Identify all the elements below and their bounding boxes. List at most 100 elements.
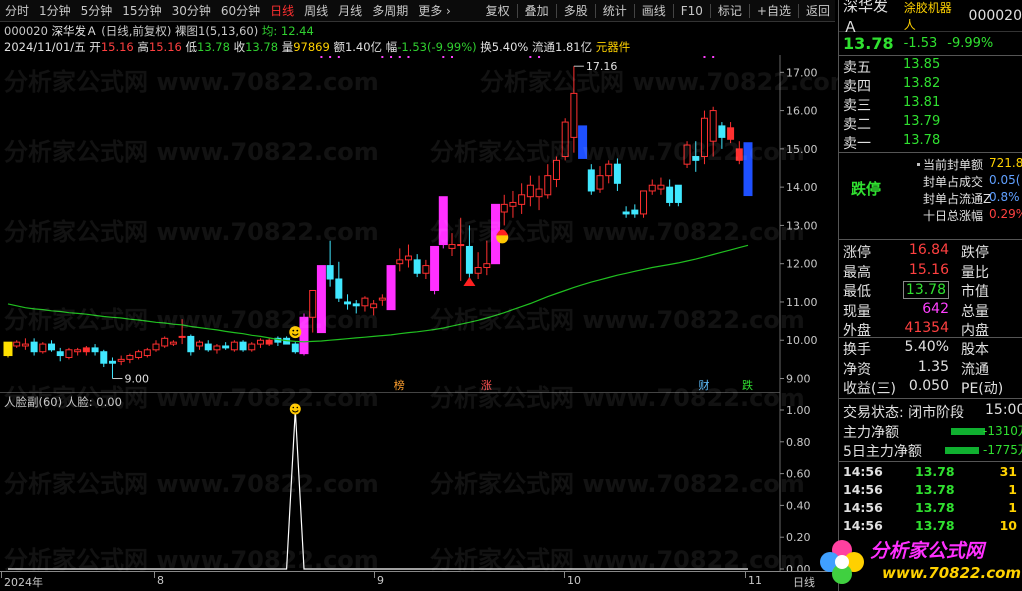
concept-tag[interactable]: 涂胶机器人 xyxy=(904,0,963,33)
toolbar-action-7[interactable]: +自选 xyxy=(752,0,796,22)
candle-body[interactable] xyxy=(117,358,125,362)
candle-body[interactable] xyxy=(352,303,360,307)
candle-body[interactable] xyxy=(631,209,639,215)
candle-body[interactable] xyxy=(344,301,352,305)
candle-body[interactable] xyxy=(309,289,317,318)
candle-body[interactable] xyxy=(13,341,21,347)
toolbar-action-3[interactable]: 统计 xyxy=(598,0,632,22)
candle-body[interactable] xyxy=(196,341,204,347)
candle-body[interactable] xyxy=(718,125,726,138)
candle-body[interactable] xyxy=(56,351,64,357)
candle-body[interactable] xyxy=(743,142,753,197)
candle-body[interactable] xyxy=(648,184,656,192)
candle-body[interactable] xyxy=(526,184,534,198)
candle-body[interactable] xyxy=(65,349,73,358)
candle-body[interactable] xyxy=(378,297,386,301)
toolbar-action-1[interactable]: 叠加 xyxy=(520,0,554,22)
candle-body[interactable] xyxy=(422,265,430,274)
candle-body[interactable] xyxy=(21,343,29,347)
tab-period-6[interactable]: 日线 xyxy=(265,0,299,22)
candle-body[interactable] xyxy=(326,265,334,280)
candle-body[interactable] xyxy=(640,190,648,215)
candle-body[interactable] xyxy=(727,127,735,140)
toolbar-action-8[interactable]: 返回 xyxy=(801,0,835,22)
candle-body[interactable] xyxy=(605,163,613,177)
tab-period-9[interactable]: 多周期 xyxy=(367,0,413,22)
candle-body[interactable] xyxy=(299,316,309,355)
candle-body[interactable] xyxy=(683,144,691,165)
candle-body[interactable] xyxy=(448,244,456,249)
tab-period-4[interactable]: 30分钟 xyxy=(167,0,216,22)
candle-body[interactable] xyxy=(39,343,47,353)
candle-body[interactable] xyxy=(570,92,578,138)
toolbar-action-5[interactable]: F10 xyxy=(676,0,708,22)
candle-body[interactable] xyxy=(413,259,421,274)
candle-body[interactable] xyxy=(483,263,491,269)
candle-body[interactable] xyxy=(361,297,369,307)
candle-body[interactable] xyxy=(613,163,621,184)
tab-period-0[interactable]: 分时 xyxy=(0,0,34,22)
candle-body[interactable] xyxy=(239,341,247,351)
candle-body[interactable] xyxy=(222,345,230,349)
candle-body[interactable] xyxy=(509,201,517,207)
tab-period-1[interactable]: 1分钟 xyxy=(34,0,76,22)
candle-body[interactable] xyxy=(152,343,160,351)
candle-body[interactable] xyxy=(465,245,473,274)
candle-body[interactable] xyxy=(544,175,552,196)
toolbar-action-6[interactable]: 标记 xyxy=(713,0,747,22)
sub-indicator-chart[interactable]: 1.00 0.80 0.60 0.40 0.20 0.00 xyxy=(0,392,835,571)
candle-body[interactable] xyxy=(335,278,343,299)
candle-body[interactable] xyxy=(161,337,169,347)
toolbar-action-4[interactable]: 画线 xyxy=(637,0,671,22)
candle-body[interactable] xyxy=(709,110,717,142)
tab-period-2[interactable]: 5分钟 xyxy=(76,0,118,22)
candle-body[interactable] xyxy=(596,175,604,190)
candle-body[interactable] xyxy=(657,184,665,190)
candle-body[interactable] xyxy=(265,339,273,345)
candle-body[interactable] xyxy=(552,159,560,180)
candle-body[interactable] xyxy=(535,188,543,198)
tab-period-5[interactable]: 60分钟 xyxy=(216,0,265,22)
candle-body[interactable] xyxy=(291,343,299,353)
indicator-name[interactable]: 裸图1(5,13,60) xyxy=(175,24,258,38)
candle-body[interactable] xyxy=(700,117,708,158)
tab-period-10[interactable]: 更多 › xyxy=(413,0,456,22)
candle-body[interactable] xyxy=(82,347,90,353)
candle-body[interactable] xyxy=(213,345,221,351)
candle-body[interactable] xyxy=(370,303,378,309)
candle-body[interactable] xyxy=(178,335,186,338)
candle-body[interactable] xyxy=(561,121,569,158)
toolbar-action-2[interactable]: 多股 xyxy=(559,0,593,22)
candle-body[interactable] xyxy=(386,265,396,311)
candle-body[interactable] xyxy=(430,245,440,291)
candle-body[interactable] xyxy=(169,341,177,345)
tab-period-7[interactable]: 周线 xyxy=(299,0,333,22)
candle-body[interactable] xyxy=(474,267,482,274)
candle-body[interactable] xyxy=(457,244,465,247)
candlestick-chart[interactable]: 17.00 16.00 15.00 14.00 13.00 12.00 11.00 10.00… xyxy=(0,55,835,392)
event-marker-2[interactable]: 财 xyxy=(698,378,709,392)
candle-body[interactable] xyxy=(396,259,404,265)
event-marker-3[interactable]: 跌 xyxy=(742,378,753,392)
candle-body[interactable] xyxy=(3,341,13,357)
candle-body[interactable] xyxy=(692,156,700,161)
candle-body[interactable] xyxy=(48,343,56,351)
toolbar-action-0[interactable]: 复权 xyxy=(481,0,515,22)
event-marker-0[interactable]: 榜 xyxy=(394,378,405,392)
event-marker-1[interactable]: 涨 xyxy=(481,379,492,392)
tab-period-8[interactable]: 月线 xyxy=(333,0,367,22)
candle-body[interactable] xyxy=(735,148,743,161)
candle-body[interactable] xyxy=(500,203,508,213)
candle-body[interactable] xyxy=(74,349,82,353)
tab-period-3[interactable]: 15分钟 xyxy=(117,0,166,22)
candle-body[interactable] xyxy=(666,186,674,203)
candle-body[interactable] xyxy=(30,341,38,353)
candle-body[interactable] xyxy=(256,339,264,345)
candle-body[interactable] xyxy=(108,360,116,364)
candle-body[interactable] xyxy=(674,184,682,203)
candle-body[interactable] xyxy=(204,343,212,351)
candle-body[interactable] xyxy=(126,355,134,360)
candle-body[interactable] xyxy=(622,211,630,215)
candle-body[interactable] xyxy=(587,169,595,192)
candle-body[interactable] xyxy=(91,347,99,353)
